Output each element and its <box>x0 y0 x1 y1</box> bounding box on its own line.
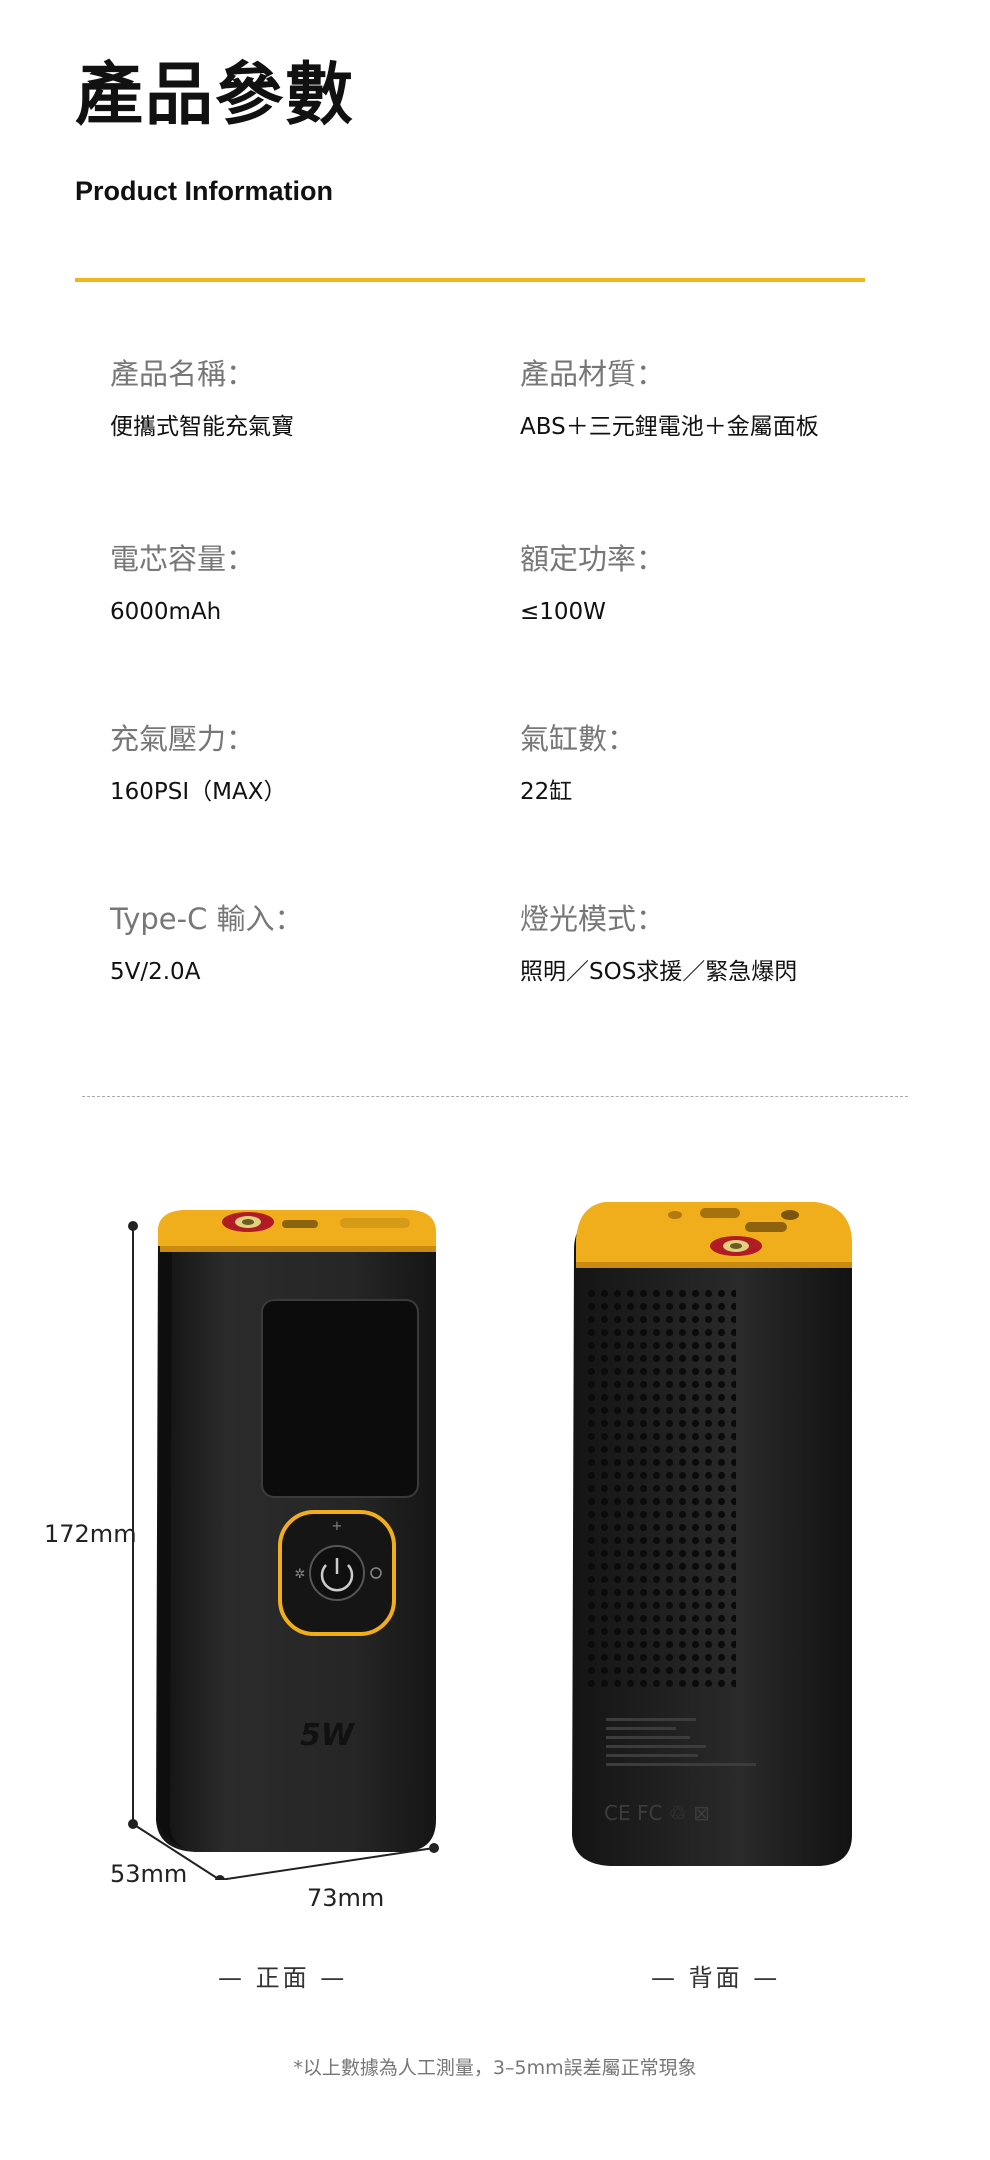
accent-divider <box>75 278 865 282</box>
spec-item-capacity: 電芯容量： 6000mAh <box>110 545 490 625</box>
spec-value: ABS＋三元鋰電池＋金屬面板 <box>520 414 819 440</box>
dimension-depth: 53mm <box>110 1860 188 1888</box>
spec-label: 產品材質： <box>520 357 666 391</box>
spec-item-name: 產品名稱： 便攜式智能充氣寶 <box>110 360 490 440</box>
spec-value: 160PSI（MAX） <box>110 779 287 805</box>
dimension-height: 172mm <box>44 1520 137 1548</box>
spec-value: 便攜式智能充氣寶 <box>110 414 294 440</box>
page-subtitle: Product Information <box>75 176 333 206</box>
cert-marks: CE FC ♲ ⊠ <box>604 1801 710 1825</box>
spec-item-input: Type-C 輸入： 5V/2.0A <box>110 905 490 985</box>
page-title: 產品參數 <box>75 56 356 135</box>
display-screen <box>261 1299 419 1498</box>
spec-value: ≤100W <box>520 599 606 625</box>
caption-front-view: — 正面 — <box>218 1964 348 1992</box>
device-front: + ✲ 5W <box>156 1210 436 1852</box>
spec-label: 產品名稱： <box>110 357 256 391</box>
footnote: *以上數據為人工測量，3–5mm誤差屬正常現象 <box>293 2057 697 2079</box>
spec-label: 額定功率： <box>520 542 666 576</box>
spec-label: 電芯容量： <box>110 542 256 576</box>
product-illustration: + ✲ 5W CE FC ♲ ⊠ <box>128 1202 852 1880</box>
caption-back-view: — 背面 — <box>651 1964 781 1992</box>
spec-item-light: 燈光模式： 照明／SOS求援／緊急爆閃 <box>520 905 900 985</box>
section-divider <box>82 1096 908 1097</box>
air-valve <box>222 1212 274 1232</box>
spec-value: 照明／SOS求援／緊急爆閃 <box>520 959 798 985</box>
air-valve-back <box>710 1236 762 1256</box>
spec-value: 5V/2.0A <box>110 959 201 985</box>
spec-value: 22缸 <box>520 779 573 805</box>
dimension-width: 73mm <box>307 1884 385 1912</box>
device-back: CE FC ♲ ⊠ <box>572 1202 852 1866</box>
control-pad: + ✲ <box>278 1510 396 1636</box>
plus-icon: + <box>332 1519 343 1534</box>
spec-label: 氣缸數： <box>520 722 637 756</box>
spec-item-cylinders: 氣缸數： 22缸 <box>520 725 900 805</box>
spec-label: 燈光模式： <box>520 902 666 936</box>
brand-logo: 5W <box>300 1718 356 1753</box>
spec-item-pressure: 充氣壓力： 160PSI（MAX） <box>110 725 490 805</box>
spec-item-power: 額定功率： ≤100W <box>520 545 900 625</box>
light-icon: ✲ <box>295 1567 306 1582</box>
spec-value: 6000mAh <box>110 599 222 625</box>
spec-item-material: 產品材質： ABS＋三元鋰電池＋金屬面板 <box>520 360 900 440</box>
vent-grille <box>586 1290 736 1690</box>
spec-label: Type-C 輸入： <box>110 902 304 936</box>
spec-label: 充氣壓力： <box>110 722 256 756</box>
